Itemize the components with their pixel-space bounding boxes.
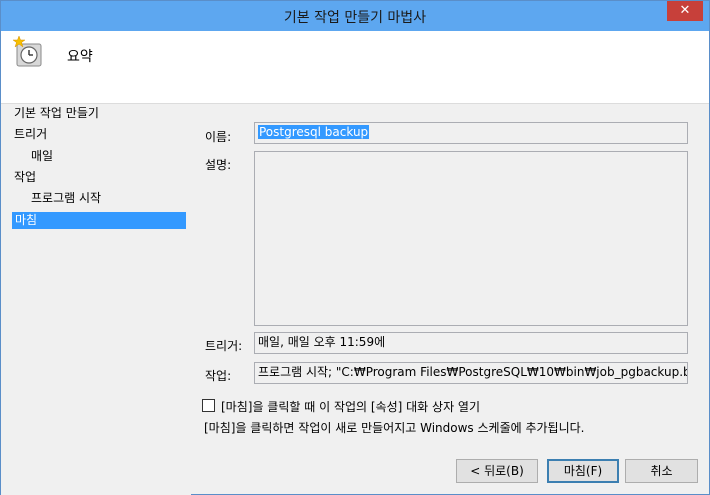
step-trigger: 트리거: [14, 127, 48, 141]
clock-wizard-icon: [13, 36, 42, 67]
trigger-field[interactable]: 매일, 매일 오후 11:59에: [254, 332, 688, 354]
window-title: 기본 작업 만들기 마법사: [283, 10, 427, 26]
step-daily: 매일: [31, 149, 54, 163]
name-field[interactable]: Postgresql backup: [254, 122, 688, 144]
action-label: 작업:: [205, 369, 232, 383]
finish-button[interactable]: 마침(F): [547, 459, 619, 483]
step-finish: 마침: [12, 212, 186, 229]
open-properties-label[interactable]: [마침]을 클릭할 때 이 작업의 [속성] 대화 상자 열기: [221, 398, 480, 415]
description-field[interactable]: [254, 151, 688, 326]
wizard-steps-panel: [1, 104, 191, 495]
action-field[interactable]: 프로그램 시작; "C:₩Program Files₩PostgreSQL₩10…: [254, 362, 688, 384]
page-title: 요약: [67, 49, 93, 65]
wizard-header: 요약: [1, 31, 709, 104]
back-button[interactable]: < 뒤로(B): [456, 459, 538, 483]
open-properties-checkbox[interactable]: [202, 399, 215, 412]
step-create-basic-task: 기본 작업 만들기: [14, 106, 99, 120]
cancel-button[interactable]: 취소: [625, 459, 698, 483]
description-label: 설명:: [205, 158, 232, 172]
name-value: Postgresql backup: [258, 125, 370, 139]
step-start-program: 프로그램 시작: [31, 191, 102, 205]
step-action: 작업: [14, 170, 37, 184]
finish-info-text: [마침]을 클릭하면 작업이 새로 만들어지고 Windows 스케줄에 추가됩…: [204, 421, 585, 435]
trigger-label: 트리거:: [205, 339, 243, 353]
close-button[interactable]: ✕: [667, 1, 703, 21]
wizard-window: 기본 작업 만들기 마법사 ✕ 요약 기본 작업 만들기 트리거 매일 작업 프…: [0, 0, 710, 495]
title-bar[interactable]: 기본 작업 만들기 마법사 ✕: [1, 1, 709, 31]
name-label: 이름:: [205, 130, 232, 144]
